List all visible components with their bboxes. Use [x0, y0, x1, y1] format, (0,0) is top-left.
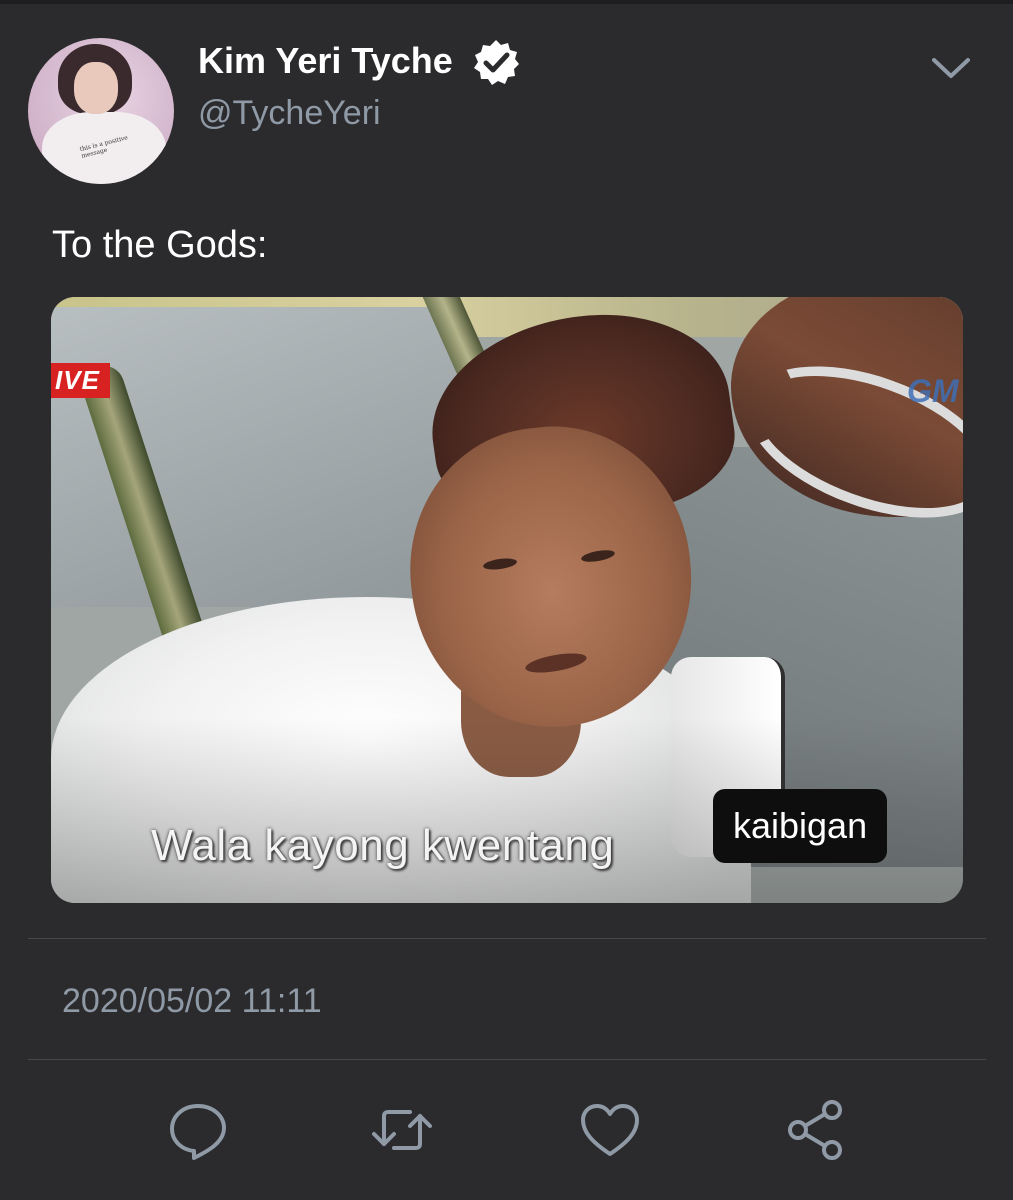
- channel-logo: GM: [907, 373, 959, 409]
- divider: [28, 1059, 986, 1060]
- verified-icon: [472, 38, 520, 86]
- retweet-icon[interactable]: [370, 1098, 434, 1162]
- display-name[interactable]: Kim Yeri Tyche: [198, 40, 453, 82]
- media-overlay-label: kaibigan: [713, 789, 888, 863]
- reply-icon[interactable]: [166, 1098, 230, 1162]
- like-icon[interactable]: [578, 1098, 642, 1162]
- share-icon[interactable]: [784, 1098, 848, 1162]
- chevron-down-icon[interactable]: [926, 48, 976, 88]
- live-badge: IVE: [51, 363, 110, 398]
- avatar[interactable]: this is a positive message: [28, 38, 174, 184]
- tweet-text: To the Gods:: [52, 224, 268, 266]
- tweet-timestamp: 2020/05/02 11:11: [62, 982, 322, 1020]
- tweet-media-image[interactable]: IVE GM Wala kayong kwentang kaibigan: [51, 297, 963, 903]
- status-bar-edge: [0, 0, 1013, 4]
- media-subtitle: Wala kayong kwentang: [151, 821, 615, 870]
- divider: [28, 938, 986, 939]
- user-handle[interactable]: @TycheYeri: [198, 94, 381, 133]
